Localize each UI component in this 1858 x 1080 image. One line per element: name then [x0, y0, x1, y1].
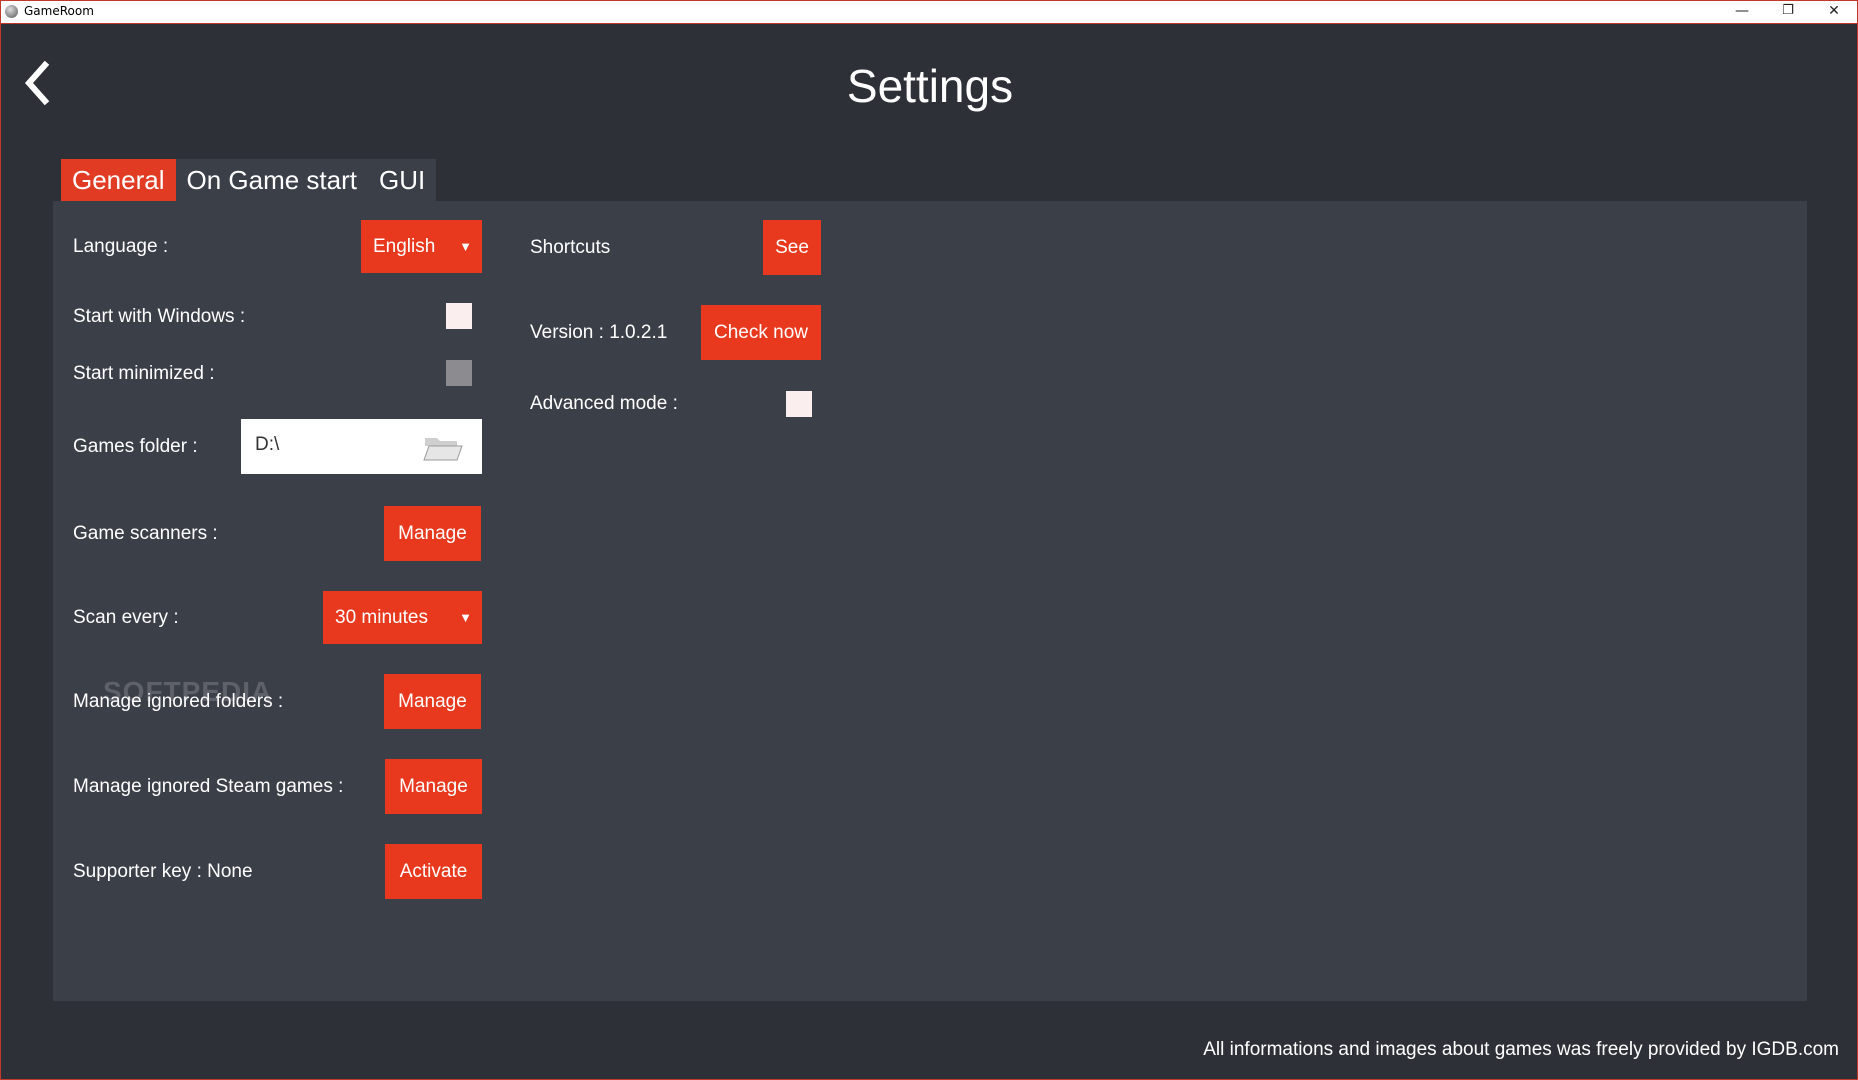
window-title: GameRoom — [24, 4, 94, 18]
advanced-mode-checkbox[interactable] — [786, 391, 812, 417]
ignored-steam-games-manage-button[interactable]: Manage — [385, 759, 482, 814]
language-value: English — [373, 236, 436, 257]
games-folder-label: Games folder : — [73, 436, 198, 457]
scan-interval-value: 30 minutes — [335, 607, 428, 628]
ignored-steam-games-label: Manage ignored Steam games : — [73, 776, 344, 797]
game-scanners-label: Game scanners : — [73, 523, 218, 544]
igdb-credit-text: All informations and images about games … — [1203, 1039, 1839, 1060]
language-label: Language : — [73, 236, 169, 257]
tab-gui[interactable]: GUI — [368, 159, 437, 201]
scan-every-label: Scan every : — [73, 607, 179, 628]
folder-open-icon[interactable] — [423, 433, 463, 461]
tab-on-game-start[interactable]: On Game start — [175, 159, 368, 201]
scan-interval-dropdown[interactable]: 30 minutes ▼ — [323, 591, 482, 644]
minimize-button[interactable]: — — [1719, 1, 1765, 23]
shortcuts-label: Shortcuts — [530, 237, 611, 258]
start-minimized-checkbox[interactable] — [446, 360, 472, 386]
language-dropdown[interactable]: English ▼ — [361, 220, 482, 273]
advanced-mode-label: Advanced mode : — [530, 393, 678, 414]
restore-button[interactable]: ❐ — [1765, 1, 1811, 23]
shortcuts-see-button[interactable]: See — [763, 220, 821, 275]
games-folder-value: D:\ — [255, 434, 280, 455]
check-now-button[interactable]: Check now — [701, 305, 821, 360]
gameroom-logo-icon — [5, 5, 18, 18]
page-title: Settings — [846, 60, 1014, 112]
version-label: Version : 1.0.2.1 — [530, 322, 668, 343]
title-bar[interactable]: GameRoom — ❐ ✕ — [1, 1, 1857, 24]
ignored-folders-label: Manage ignored folders : — [73, 691, 284, 712]
game-scanners-manage-button[interactable]: Manage — [384, 506, 481, 561]
close-button[interactable]: ✕ — [1811, 1, 1857, 23]
start-with-windows-label: Start with Windows : — [73, 306, 246, 327]
settings-panel — [53, 201, 1807, 1001]
start-with-windows-checkbox[interactable] — [446, 303, 472, 329]
app-window: GameRoom — ❐ ✕ Settings General On Game … — [0, 0, 1858, 1080]
games-folder-field[interactable]: D:\ — [241, 419, 482, 474]
dropdown-arrow-icon: ▼ — [459, 239, 472, 254]
ignored-folders-manage-button[interactable]: Manage — [384, 674, 481, 729]
tab-general[interactable]: General — [61, 159, 176, 201]
dropdown-arrow-icon: ▼ — [459, 610, 472, 625]
activate-button[interactable]: Activate — [385, 844, 482, 899]
supporter-key-label: Supporter key : None — [73, 861, 253, 882]
start-minimized-label: Start minimized : — [73, 363, 215, 384]
settings-tabs: General On Game start GUI — [61, 159, 437, 201]
